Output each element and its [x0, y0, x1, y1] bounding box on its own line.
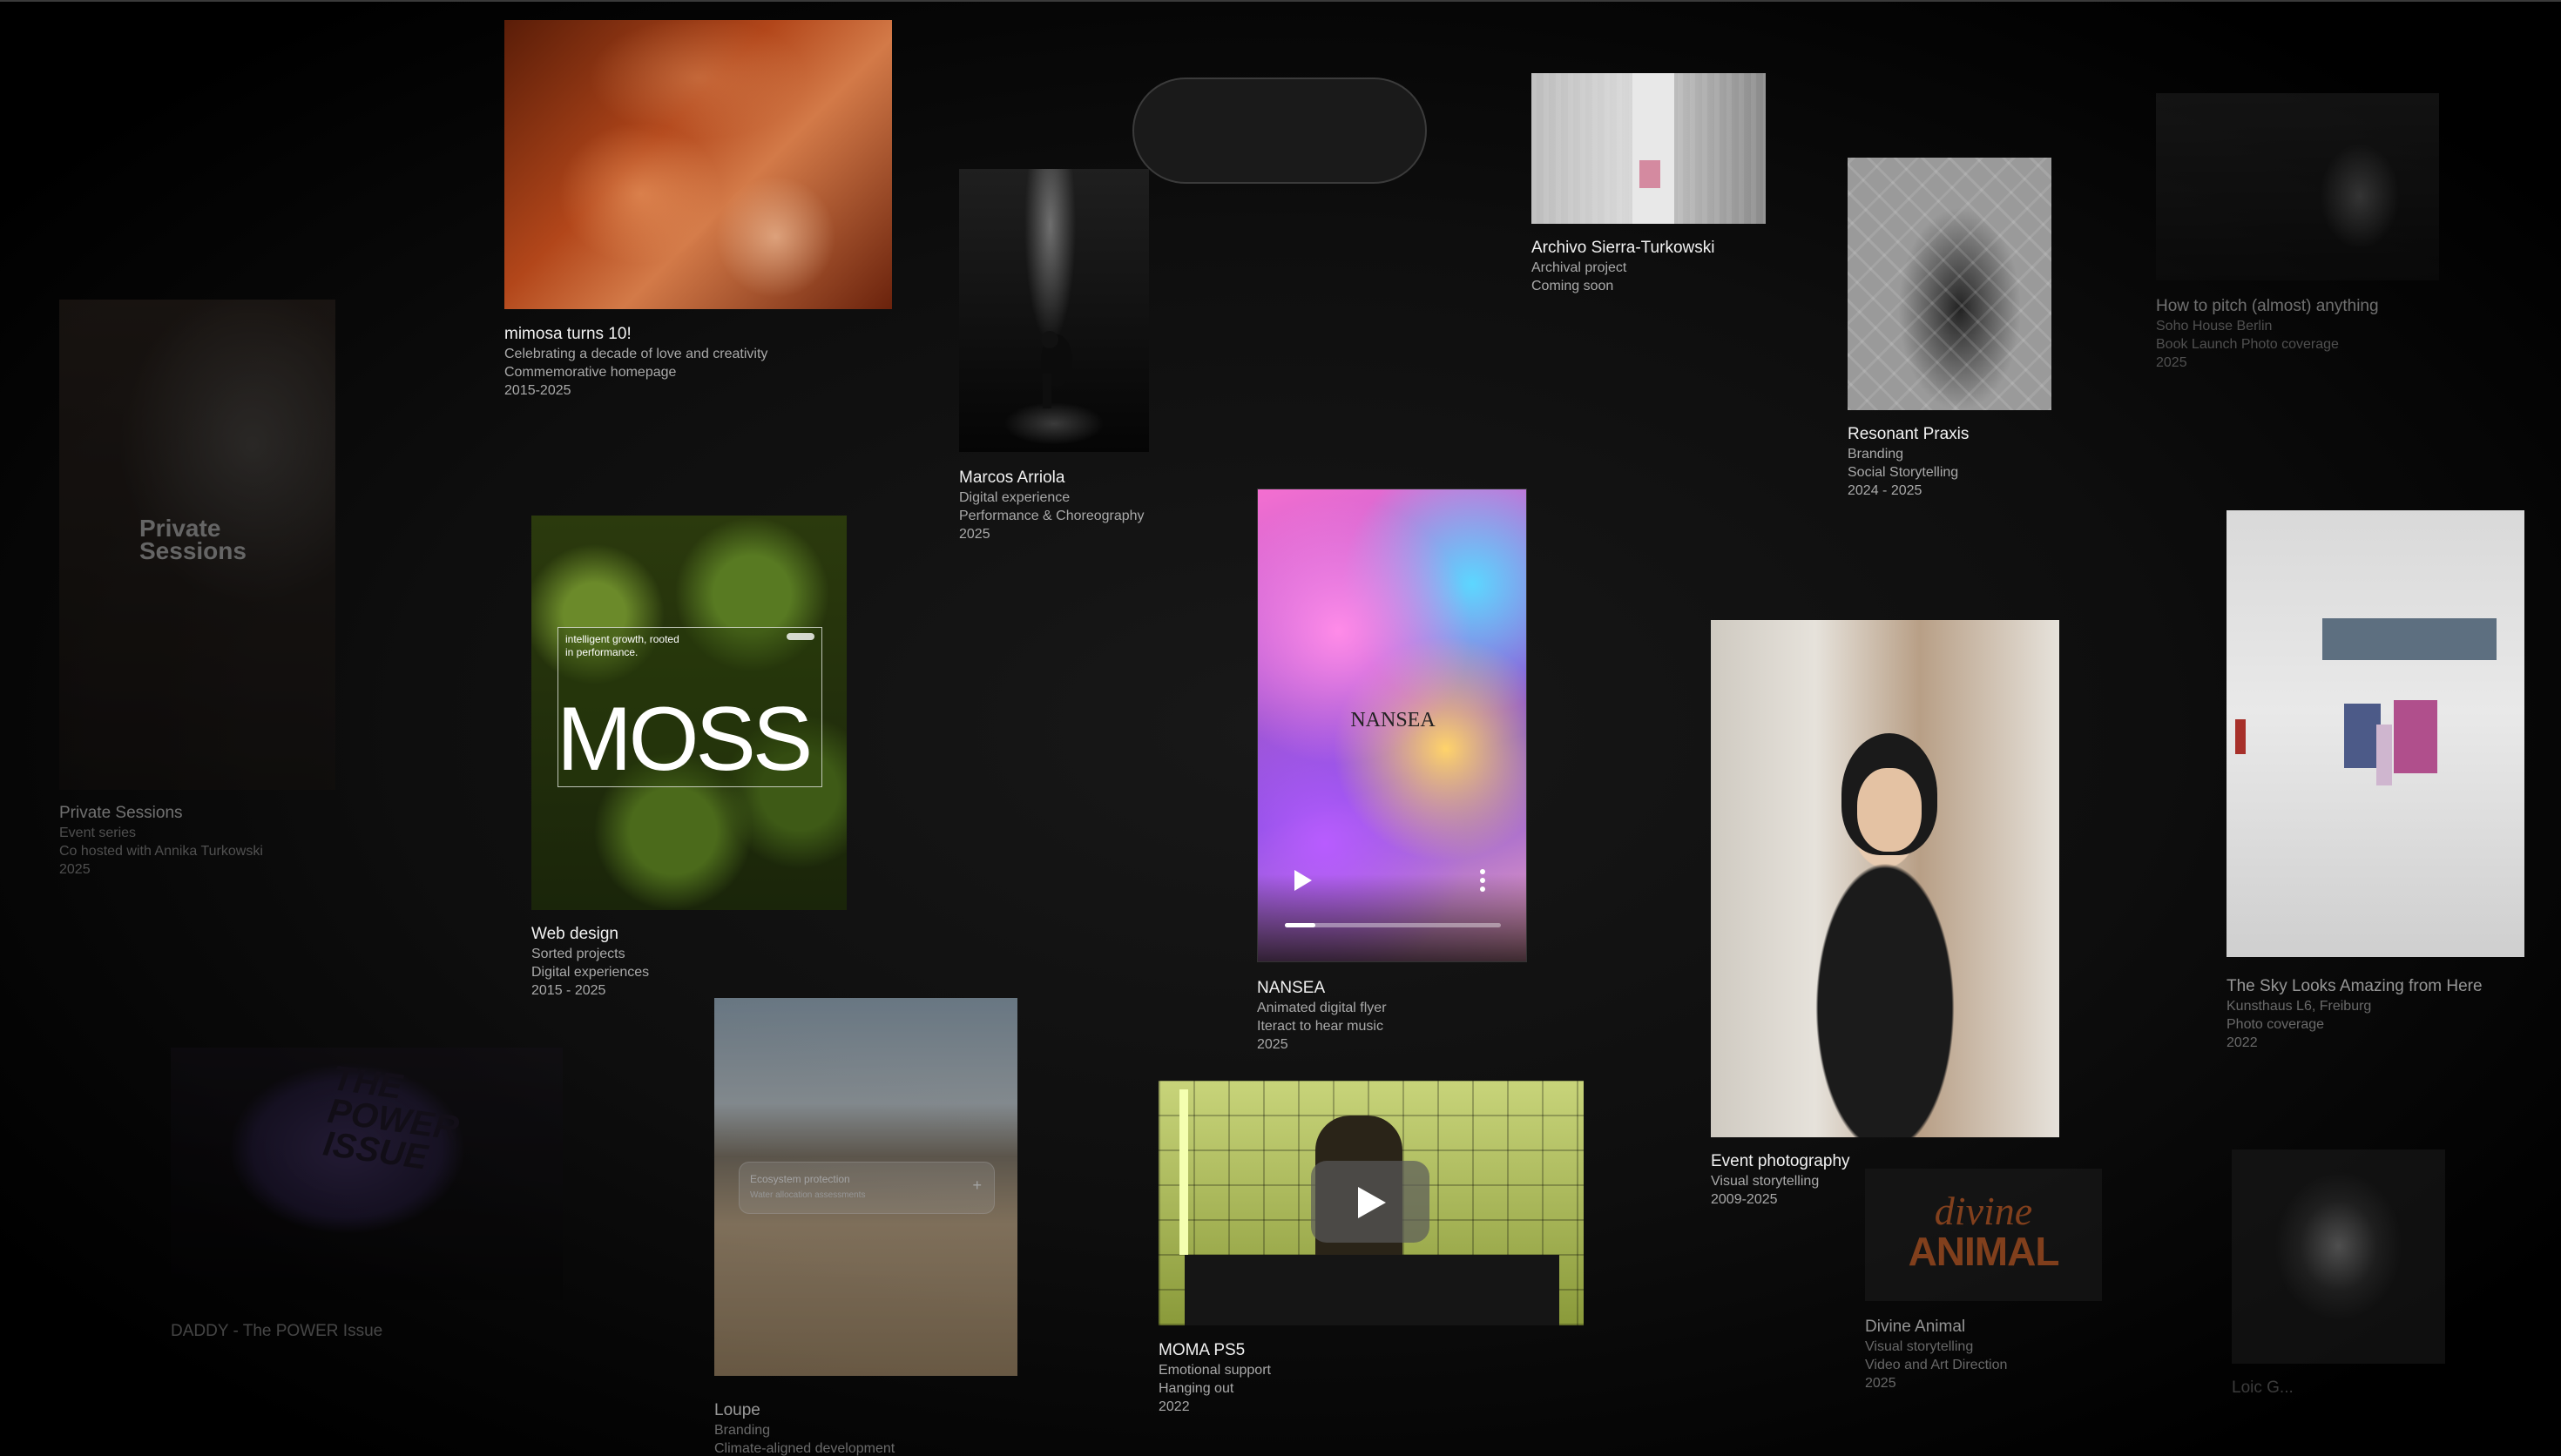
- visitor-figure: [2376, 725, 2392, 785]
- card-line: Soho House Berlin: [2156, 319, 2273, 334]
- private-sessions-overlay: Private Sessions: [139, 515, 247, 564]
- moss-wordmark: MOSS: [557, 689, 813, 790]
- resonant-meta: Resonant Praxis Branding Social Storytel…: [1848, 424, 2335, 500]
- card-title: Loic G...: [2232, 1378, 2294, 1397]
- card-title: DADDY - The POWER Issue: [171, 1322, 383, 1340]
- light-tube: [1179, 1089, 1188, 1255]
- moss-screen-frame: intelligent growth, rooted in performanc…: [557, 627, 822, 787]
- daddy-meta: DADDY - The POWER Issue: [171, 1321, 659, 1345]
- card-line: Hanging out: [1159, 1381, 1234, 1396]
- loupe-thumbnail: Ecosystem protection Water allocation as…: [714, 998, 1017, 1376]
- card-line: 2025: [1257, 1037, 1288, 1051]
- card-line: 2015-2025: [504, 383, 571, 398]
- divine-animal-thumbnail: divine ANIMAL: [1865, 1169, 2102, 1301]
- plus-icon[interactable]: +: [972, 1176, 982, 1195]
- card-line: Celebrating a decade of love and creativ…: [504, 347, 768, 361]
- card-line: Commemorative homepage: [504, 365, 677, 380]
- daddy-overlay-text: THE POWER ISSUE: [321, 1059, 462, 1177]
- card-line: 2022: [1159, 1399, 1190, 1414]
- card-line: 2025: [59, 862, 91, 877]
- resonant-thumbnail: [1848, 158, 2051, 410]
- web-design-meta: Web design Sorted projects Digital exper…: [531, 924, 1019, 1000]
- video-progress-track[interactable]: [1285, 923, 1501, 927]
- center-pill-button[interactable]: [1132, 78, 1427, 184]
- private-sessions-meta: Private Sessions Event series Co hosted …: [59, 803, 547, 879]
- loupe-panel-subtitle: Water allocation assessments: [750, 1190, 866, 1200]
- dancer-figure: [1041, 331, 1072, 408]
- more-options-icon[interactable]: [1478, 867, 1487, 893]
- moma-video-thumbnail[interactable]: [1159, 1081, 1584, 1325]
- window-shape: [2322, 618, 2497, 660]
- private-sessions-thumbnail: Private Sessions: [59, 300, 335, 790]
- card-line: Co hosted with Annika Turkowski: [59, 844, 263, 859]
- moss-menu-pill: [787, 633, 814, 640]
- card-title: NANSEA: [1257, 979, 1326, 997]
- card-title: Loupe: [714, 1401, 760, 1419]
- nansea-video-player[interactable]: NANSEA: [1257, 489, 1527, 962]
- card-line: Animated digital flyer: [1257, 1001, 1387, 1015]
- card-line: 2022: [2227, 1035, 2258, 1050]
- event-photography-thumbnail: [1711, 620, 2059, 1137]
- artwork-shape-pink: [2394, 700, 2437, 773]
- marcos-thumbnail: [959, 169, 1149, 452]
- pink-book-shape: [1639, 160, 1660, 188]
- nansea-meta: NANSEA Animated digital flyer Iteract to…: [1257, 978, 1745, 1051]
- card-line: 2015 - 2025: [531, 983, 606, 998]
- card-line: Kunsthaus L6, Freiburg: [2227, 999, 2372, 1014]
- card-line: Social Storytelling: [1848, 465, 1959, 480]
- divine-logo-bottom: ANIMAL: [1908, 1229, 2060, 1274]
- card-line: Event series: [59, 826, 137, 840]
- moma-meta: MOMA PS5 Emotional support Hanging out 2…: [1159, 1340, 1646, 1416]
- card-line: Book Launch Photo coverage: [2156, 337, 2339, 352]
- sky-thumbnail: [2227, 510, 2524, 957]
- card-title: MOMA PS5: [1159, 1341, 1246, 1359]
- divine-logo-top: divine: [1934, 1189, 2033, 1233]
- card-line: Emotional support: [1159, 1363, 1271, 1378]
- card-title: Marcos Arriola: [959, 468, 1065, 487]
- card-line: Sorted projects: [531, 947, 625, 961]
- card-title: Resonant Praxis: [1848, 425, 1970, 443]
- card-line: Branding: [714, 1423, 771, 1438]
- pitch-thumbnail: [2156, 93, 2439, 280]
- bookshelf-shape: [1632, 73, 1674, 224]
- card-title: mimosa turns 10!: [504, 325, 632, 343]
- card-title: Web design: [531, 925, 618, 943]
- web-design-thumbnail: intelligent growth, rooted in performanc…: [531, 516, 847, 910]
- card-title: Private Sessions: [59, 804, 183, 822]
- mimosa-thumbnail: [504, 20, 892, 309]
- sky-meta: The Sky Looks Amazing from Here Kunsthau…: [2227, 976, 2561, 1052]
- loic-meta: Loic G...: [2232, 1378, 2561, 1400]
- card-title: The Sky Looks Amazing from Here: [2227, 977, 2483, 995]
- card-title: How to pitch (almost) anything: [2156, 297, 2379, 315]
- mimosa-meta: mimosa turns 10! Celebrating a decade of…: [504, 324, 992, 400]
- archivo-thumbnail: [1531, 73, 1766, 224]
- nansea-overlay-title: NANSEA: [1350, 709, 1436, 731]
- card-line: Photo coverage: [2227, 1017, 2325, 1032]
- face-shape: [1857, 768, 1922, 852]
- card-line: Climate-aligned development: [714, 1441, 895, 1456]
- loupe-info-panel[interactable]: Ecosystem protection Water allocation as…: [739, 1162, 995, 1214]
- video-progress-fill: [1285, 923, 1315, 927]
- card-line: Iteract to hear music: [1257, 1019, 1383, 1034]
- play-button[interactable]: [1311, 1161, 1429, 1243]
- card-line: 2025: [2156, 355, 2187, 370]
- play-icon[interactable]: [1293, 869, 1314, 892]
- dj-deck: [1185, 1255, 1559, 1325]
- loupe-panel-title: Ecosystem protection: [750, 1173, 850, 1185]
- moss-tagline: intelligent growth, rooted in performanc…: [565, 633, 679, 658]
- card-line: Branding: [1848, 447, 1904, 462]
- card-line: Digital experiences: [531, 965, 650, 980]
- loic-thumbnail: [2232, 1149, 2445, 1364]
- top-edge-line: [0, 0, 2561, 2]
- artwork-shape: [2344, 704, 2381, 768]
- artwork-shape-red: [2235, 719, 2246, 754]
- card-line: 2024 - 2025: [1848, 483, 1922, 498]
- play-icon: [1358, 1187, 1386, 1218]
- loupe-meta: Loupe Branding Climate-aligned developme…: [714, 1400, 1202, 1456]
- daddy-thumbnail: THE POWER ISSUE: [171, 1048, 563, 1300]
- pitch-meta: How to pitch (almost) anything Soho Hous…: [2156, 296, 2561, 372]
